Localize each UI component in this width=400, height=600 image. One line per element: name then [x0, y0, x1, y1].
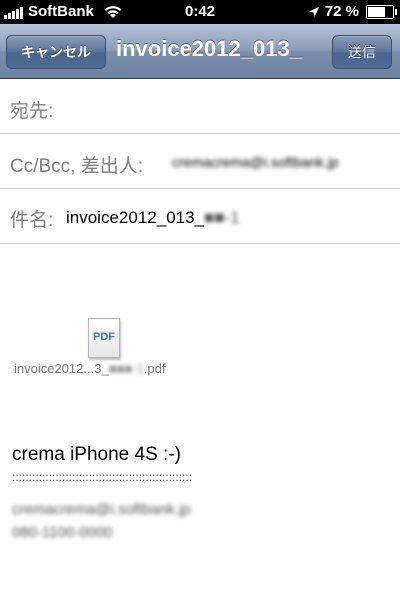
attachment-name-prefix: invoice2012...3_ — [14, 361, 109, 376]
cc-bcc-from-field[interactable]: Cc/Bcc, 差出人: cremacrema@i.softbank.jp — [0, 134, 400, 189]
navigation-bar: キャンセル invoice2012_013_ 送信 — [0, 24, 400, 79]
pdf-attachment-icon[interactable]: PDF — [88, 318, 120, 358]
nav-title: invoice2012_013_ — [116, 36, 302, 61]
signature-separator: ::::::::::::::::::::::::::::::::::::::::… — [12, 470, 193, 484]
to-label: 宛先: — [10, 101, 54, 122]
attachment-name-suffix: .pdf — [143, 361, 166, 376]
attachment-filename: invoice2012...3_■■■-1.pdf — [14, 361, 166, 376]
location-arrow-icon — [308, 6, 319, 17]
cancel-button[interactable]: キャンセル — [6, 35, 106, 69]
status-right: 72 % — [308, 3, 397, 20]
battery-fill — [368, 6, 386, 17]
status-bar: SoftBank 0:42 72 % — [0, 0, 400, 24]
subject-value[interactable]: invoice2012_013_■■-1 — [66, 208, 240, 228]
battery-icon — [366, 4, 397, 19]
attachment-name-redacted: ■■■-1 — [108, 361, 144, 376]
battery-percent: 72 % — [324, 3, 359, 20]
signature-phone: 080-1100-0000 — [12, 524, 113, 541]
signature-email: cremacrema@i.softbank.jp — [12, 501, 191, 518]
pdf-icon-label: PDF — [93, 331, 115, 343]
to-field[interactable]: 宛先: — [0, 79, 400, 134]
subject-text: invoice2012_013_ — [66, 208, 205, 227]
subject-label: 件名: — [10, 210, 54, 231]
message-body-text[interactable]: crema iPhone 4S :-) — [12, 444, 181, 466]
from-address-value: cremacrema@i.softbank.jp — [172, 154, 339, 170]
cc-bcc-label: Cc/Bcc, 差出人: — [10, 156, 144, 177]
subject-field[interactable]: 件名: invoice2012_013_■■-1 — [0, 189, 400, 244]
subject-redacted: ■■-1 — [204, 208, 240, 227]
send-button[interactable]: 送信 — [332, 35, 392, 69]
